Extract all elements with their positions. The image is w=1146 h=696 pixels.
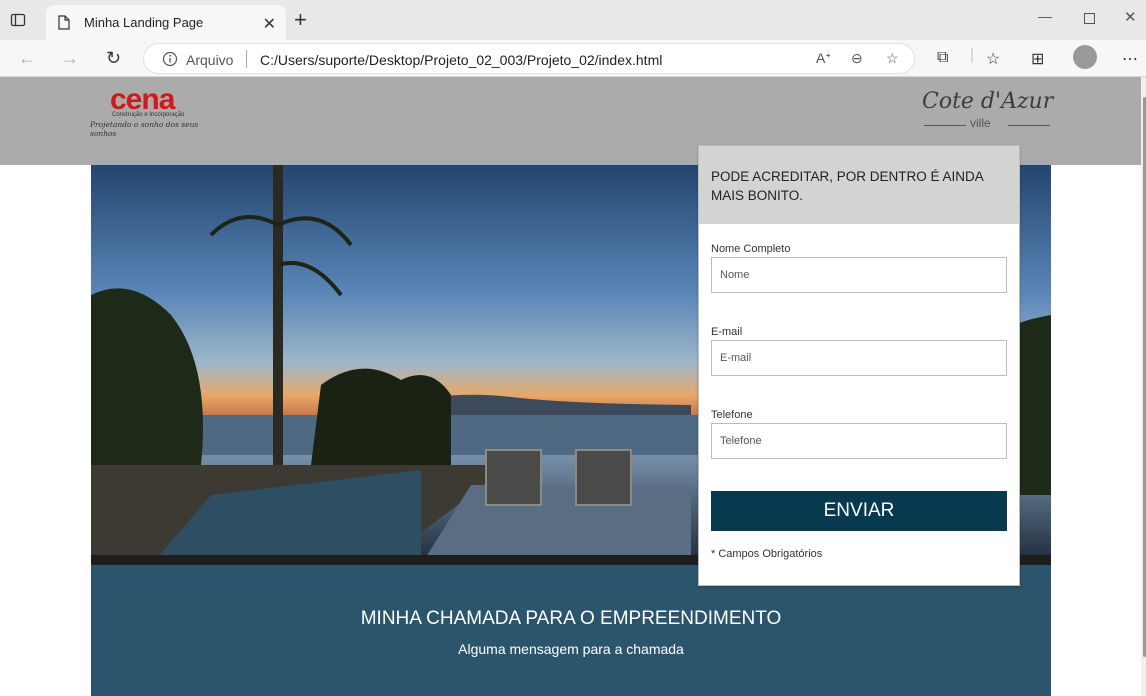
forward-icon[interactable]: → (61, 48, 79, 69)
zoom-out-icon[interactable]: ⊖ (851, 50, 863, 67)
page-viewport: cena Construção e Incorporação Projetand… (0, 77, 1146, 696)
add-favorite-icon[interactable]: ☆ (886, 50, 899, 67)
name-field[interactable] (711, 257, 1007, 293)
scheme-label: Arquivo (186, 52, 234, 68)
divider (246, 50, 247, 68)
divider: | (970, 46, 975, 63)
lead-form: PODE ACREDITAR, POR DENTRO É AINDA MAIS … (698, 145, 1020, 586)
maximize-icon[interactable] (1084, 13, 1095, 24)
more-icon[interactable]: ⋯ (1122, 49, 1138, 69)
email-label: E-mail (711, 326, 743, 338)
logo-word: Cote d'Azur (922, 89, 1054, 114)
phone-field[interactable] (711, 423, 1007, 459)
logo-sub: ville (970, 116, 991, 130)
close-window-icon[interactable]: ✕ (1124, 8, 1137, 26)
form-header: PODE ACREDITAR, POR DENTRO É AINDA MAIS … (699, 146, 1019, 224)
url-text[interactable]: C:/Users/suporte/Desktop/Projeto_02_003/… (260, 52, 662, 68)
profile-icon[interactable] (1073, 45, 1097, 69)
logo-sub: Construção e Incorporação (112, 112, 185, 118)
tab-active[interactable]: Minha Landing Page ✕ (46, 5, 286, 40)
required-note: * Campos Obrigatórios (711, 548, 823, 560)
divider (924, 125, 966, 126)
band-headline: MINHA CHAMADA PARA O EMPREENDIMENTO (360, 608, 782, 629)
name-label: Nome Completo (711, 243, 791, 255)
info-icon[interactable] (162, 51, 178, 67)
tab-title: Minha Landing Page (84, 15, 204, 30)
address-bar-row: ← → ↻ Arquivo C:/Users/suporte/Desktop/P… (0, 40, 1146, 77)
collections-icon[interactable]: ⊞ (1031, 49, 1044, 69)
address-field[interactable]: Arquivo C:/Users/suporte/Desktop/Projeto… (143, 43, 915, 74)
back-icon[interactable]: ← (18, 48, 36, 69)
cote-dazur-logo[interactable]: Cote d'Azur ville (920, 89, 1055, 130)
minimize-icon[interactable]: — (1038, 8, 1052, 24)
tab-actions-icon[interactable] (10, 12, 26, 28)
email-field[interactable] (711, 340, 1007, 376)
logo-tagline: Projetando o sonho dos seus sonhos (90, 120, 199, 138)
divider (1008, 125, 1050, 126)
cena-logo[interactable]: cena Construção e Incorporação Projetand… (90, 83, 215, 138)
tab-strip: Minha Landing Page ✕ + — ✕ (0, 0, 1146, 40)
close-icon[interactable]: ✕ (263, 14, 276, 34)
submit-button[interactable]: ENVIAR (711, 491, 1007, 531)
page-icon (58, 15, 70, 30)
form-heading: PODE ACREDITAR, POR DENTRO É AINDA MAIS … (711, 169, 984, 203)
band-message: Alguma mensagem para a chamada (458, 641, 684, 657)
plus-icon[interactable]: + (294, 9, 307, 31)
phone-label: Telefone (711, 409, 753, 421)
favorites-icon[interactable]: ☆ (986, 49, 1000, 69)
read-aloud-icon[interactable]: Aᐩ (816, 50, 831, 67)
refresh-icon[interactable]: ↻ (106, 48, 121, 69)
scrollbar[interactable] (1141, 77, 1146, 696)
extensions-icon[interactable]: ⧉ (937, 49, 948, 67)
